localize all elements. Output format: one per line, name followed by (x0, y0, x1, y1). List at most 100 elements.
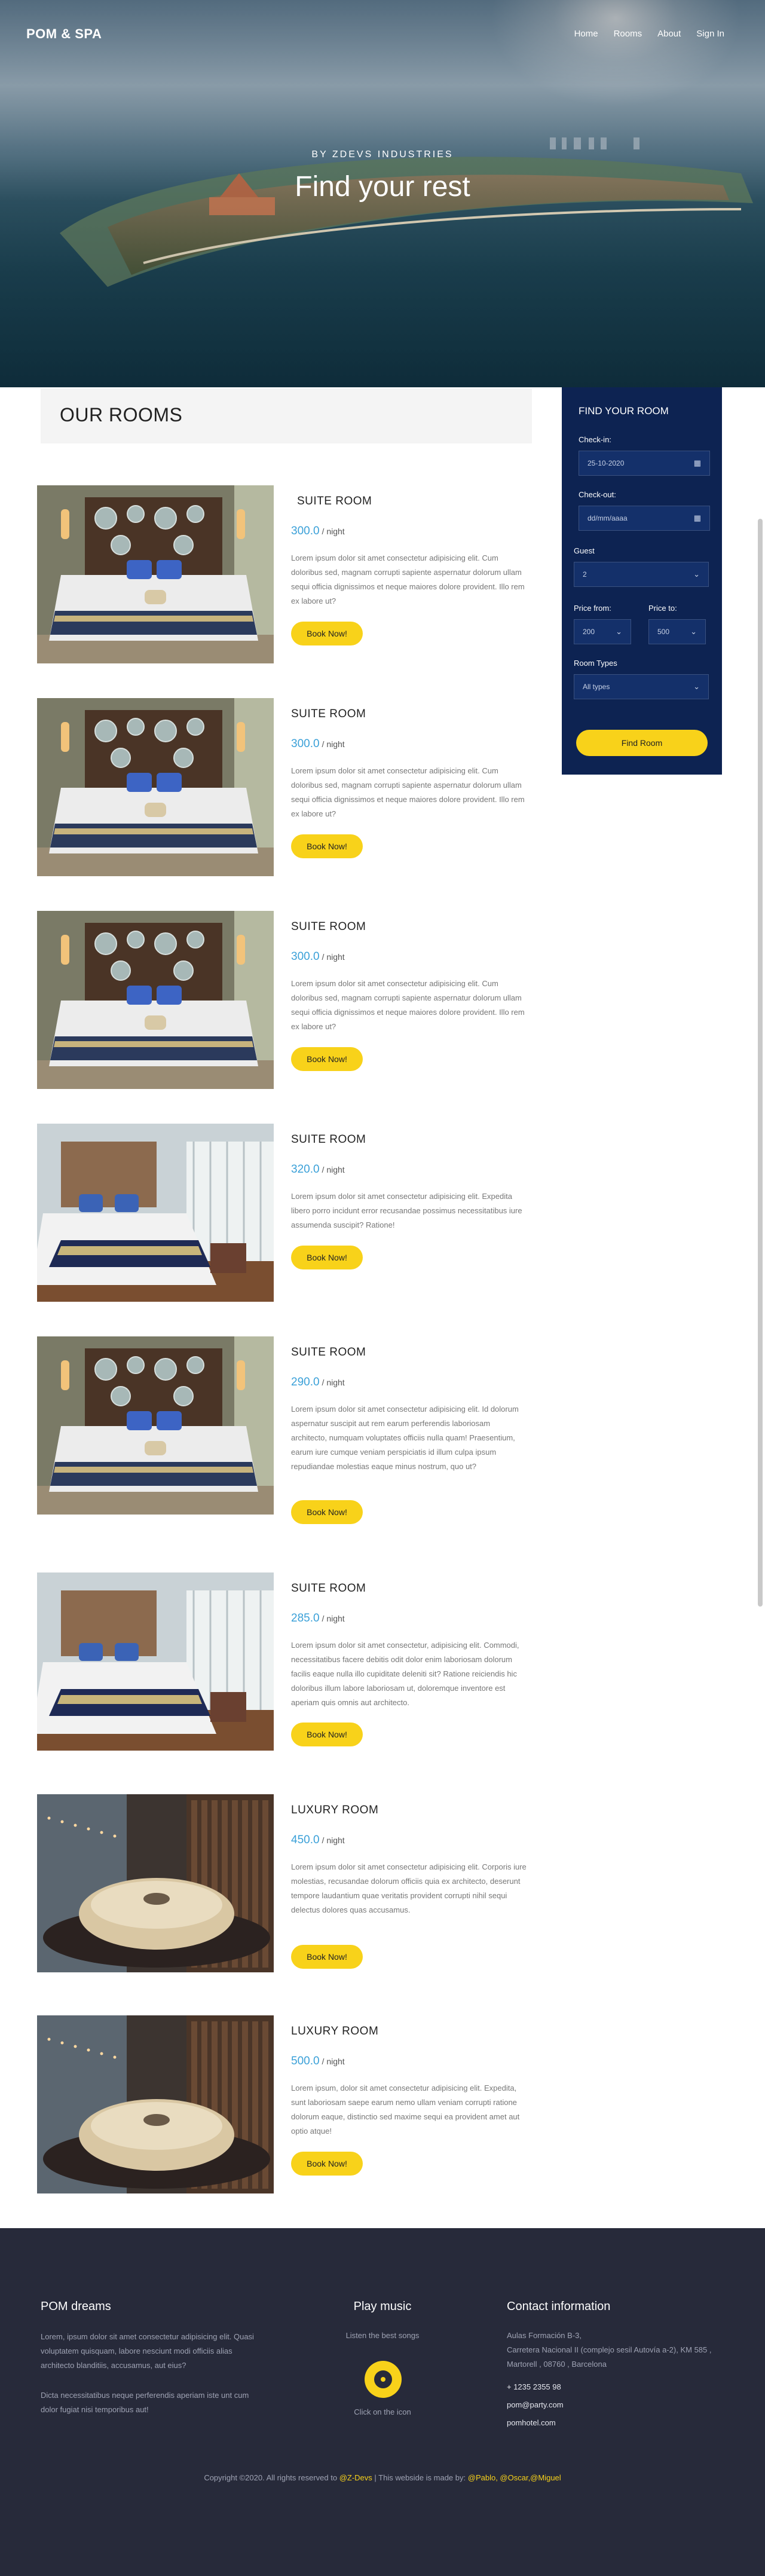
room-price: 500.0/ night (291, 2055, 345, 2068)
room-title: SUITE ROOM (291, 1133, 366, 1146)
footer-music-title: Play music (353, 2300, 412, 2313)
room-title: LUXURY ROOM (291, 1804, 379, 1816)
rooms-section-title: OUR ROOMS (60, 404, 183, 426)
chevron-down-icon: ⌄ (616, 627, 622, 636)
book-now-button[interactable]: Book Now! (291, 1723, 363, 1746)
room-description: Lorem ipsum dolor sit amet consectetur a… (291, 766, 525, 818)
room-description: Lorem ipsum dolor sit amet consectetur a… (291, 1405, 519, 1471)
footer-contact-title: Contact information (507, 2300, 611, 2313)
price-to-field[interactable]: 500 ⌄ (648, 619, 706, 644)
rooms-section-header: OUR ROOMS (41, 388, 532, 443)
hero-banner: POM & SPA Home Rooms About Sign In BY ZD… (0, 0, 765, 387)
room-types-label: Room Types (574, 659, 617, 668)
room-price: 450.0/ night (291, 1834, 345, 1847)
room-price-value: 300.0 (291, 525, 320, 537)
guest-label: Guest (574, 546, 595, 555)
price-from-value: 200 (583, 628, 595, 636)
room-price-unit: / night (322, 739, 345, 749)
music-play-icon[interactable] (365, 2361, 402, 2398)
room-price-unit: / night (322, 1614, 345, 1623)
nav-home[interactable]: Home (574, 29, 598, 39)
checkin-field[interactable]: 25-10-2020 ▦ (579, 451, 710, 476)
book-now-button[interactable]: Book Now! (291, 834, 363, 858)
price-to-label: Price to: (648, 604, 677, 613)
music-disc-center (381, 2377, 385, 2382)
brand-logo[interactable]: POM & SPA (26, 26, 102, 42)
find-room-title: FIND YOUR ROOM (579, 405, 669, 417)
guest-value: 2 (583, 570, 587, 579)
room-title: SUITE ROOM (297, 495, 372, 507)
room-types-select[interactable]: All types ⌄ (574, 674, 709, 699)
room-photo[interactable] (37, 2015, 274, 2193)
nav-sign-in[interactable]: Sign In (696, 29, 724, 39)
copyright-brand-link[interactable]: @Z-Devs (339, 2473, 372, 2482)
room-description: Lorem ipsum dolor sit amet consectetur, … (291, 1641, 519, 1707)
room-types-value: All types (583, 683, 610, 691)
book-now-button[interactable]: Book Now! (291, 1945, 363, 1969)
footer-website[interactable]: pomhotel.com (507, 2416, 556, 2430)
book-now-button[interactable]: Book Now! (291, 2152, 363, 2176)
footer-music-hint: Click on the icon (354, 2407, 411, 2416)
site-footer: POM dreams Lorem, ipsum dolor sit amet c… (0, 2228, 765, 2576)
page-scrollbar[interactable] (758, 519, 763, 1607)
hero-subtitle: BY ZDEVS INDUSTRIES (311, 149, 454, 160)
room-description: Lorem ipsum dolor sit amet consectetur a… (291, 553, 525, 605)
price-from-label: Price from: (574, 604, 611, 613)
chevron-down-icon: ⌄ (693, 570, 700, 579)
room-description: Lorem ipsum dolor sit amet consectetur a… (291, 1862, 527, 1914)
room-price-unit: / night (322, 1835, 345, 1845)
room-price: 290.0/ night (291, 1376, 345, 1389)
room-price: 300.0/ night (291, 950, 345, 963)
room-price-value: 300.0 (291, 950, 320, 963)
copyright-made-by: | This webside is made by: (374, 2473, 466, 2482)
checkout-field[interactable]: dd/mm/aaaa ▦ (579, 506, 710, 531)
room-title: SUITE ROOM (291, 920, 366, 933)
room-price-value: 285.0 (291, 1612, 320, 1624)
room-photo[interactable] (37, 911, 274, 1089)
calendar-icon[interactable]: ▦ (694, 458, 701, 468)
copyright-authors-link[interactable]: @Pablo, @Oscar,@Miguel (468, 2473, 561, 2482)
room-price-unit: / night (322, 527, 345, 536)
room-photo[interactable] (37, 1794, 274, 1972)
room-title: LUXURY ROOM (291, 2025, 379, 2037)
room-price-value: 300.0 (291, 738, 320, 750)
book-now-button[interactable]: Book Now! (291, 1246, 363, 1269)
room-price-unit: / night (322, 1165, 345, 1174)
book-now-button[interactable]: Book Now! (291, 1500, 363, 1524)
room-photo[interactable] (37, 698, 274, 876)
nav-about[interactable]: About (657, 29, 681, 39)
room-photo[interactable] (37, 1572, 274, 1751)
room-price-value: 450.0 (291, 1834, 320, 1846)
main-nav: Home Rooms About Sign In (574, 29, 724, 39)
find-room-panel: FIND YOUR ROOM Check-in: 25-10-2020 ▦ Ch… (562, 387, 722, 775)
room-photo[interactable] (37, 1124, 274, 1302)
room-photo[interactable] (37, 485, 274, 663)
book-now-button[interactable]: Book Now! (291, 622, 363, 645)
price-from-field[interactable]: 200 ⌄ (574, 619, 631, 644)
checkin-value: 25-10-2020 (587, 459, 625, 467)
room-description: Lorem ipsum dolor sit amet consectetur a… (291, 979, 525, 1031)
room-price-value: 500.0 (291, 2055, 320, 2067)
find-room-button[interactable]: Find Room (576, 730, 708, 756)
book-now-button[interactable]: Book Now! (291, 1047, 363, 1071)
copyright-text: Copyright ©2020. All rights reserved to (204, 2473, 338, 2482)
room-price-unit: / night (322, 952, 345, 962)
chevron-down-icon: ⌄ (693, 682, 700, 691)
checkin-label: Check-in: (579, 435, 611, 444)
chevron-down-icon: ⌄ (690, 627, 697, 636)
room-price-value: 290.0 (291, 1376, 320, 1388)
footer-address-1: Aulas Formación B-3, (507, 2331, 582, 2340)
guest-select[interactable]: 2 ⌄ (574, 562, 709, 587)
room-price: 300.0/ night (291, 738, 345, 751)
footer-email[interactable]: pom@party.com (507, 2398, 564, 2412)
room-price: 320.0/ night (291, 1163, 345, 1176)
room-title: SUITE ROOM (291, 1346, 366, 1359)
room-photo[interactable] (37, 1336, 274, 1515)
room-description: Lorem ipsum, dolor sit amet consectetur … (291, 2084, 520, 2136)
calendar-icon[interactable]: ▦ (694, 513, 701, 523)
footer-address-2: Carretera Nacional II (complejo sesil Au… (507, 2345, 712, 2369)
hero-title: Find your rest (295, 171, 470, 203)
room-price: 285.0/ night (291, 1612, 345, 1625)
nav-rooms[interactable]: Rooms (614, 29, 642, 39)
footer-phone: + 1235 2355 98 (507, 2382, 561, 2391)
